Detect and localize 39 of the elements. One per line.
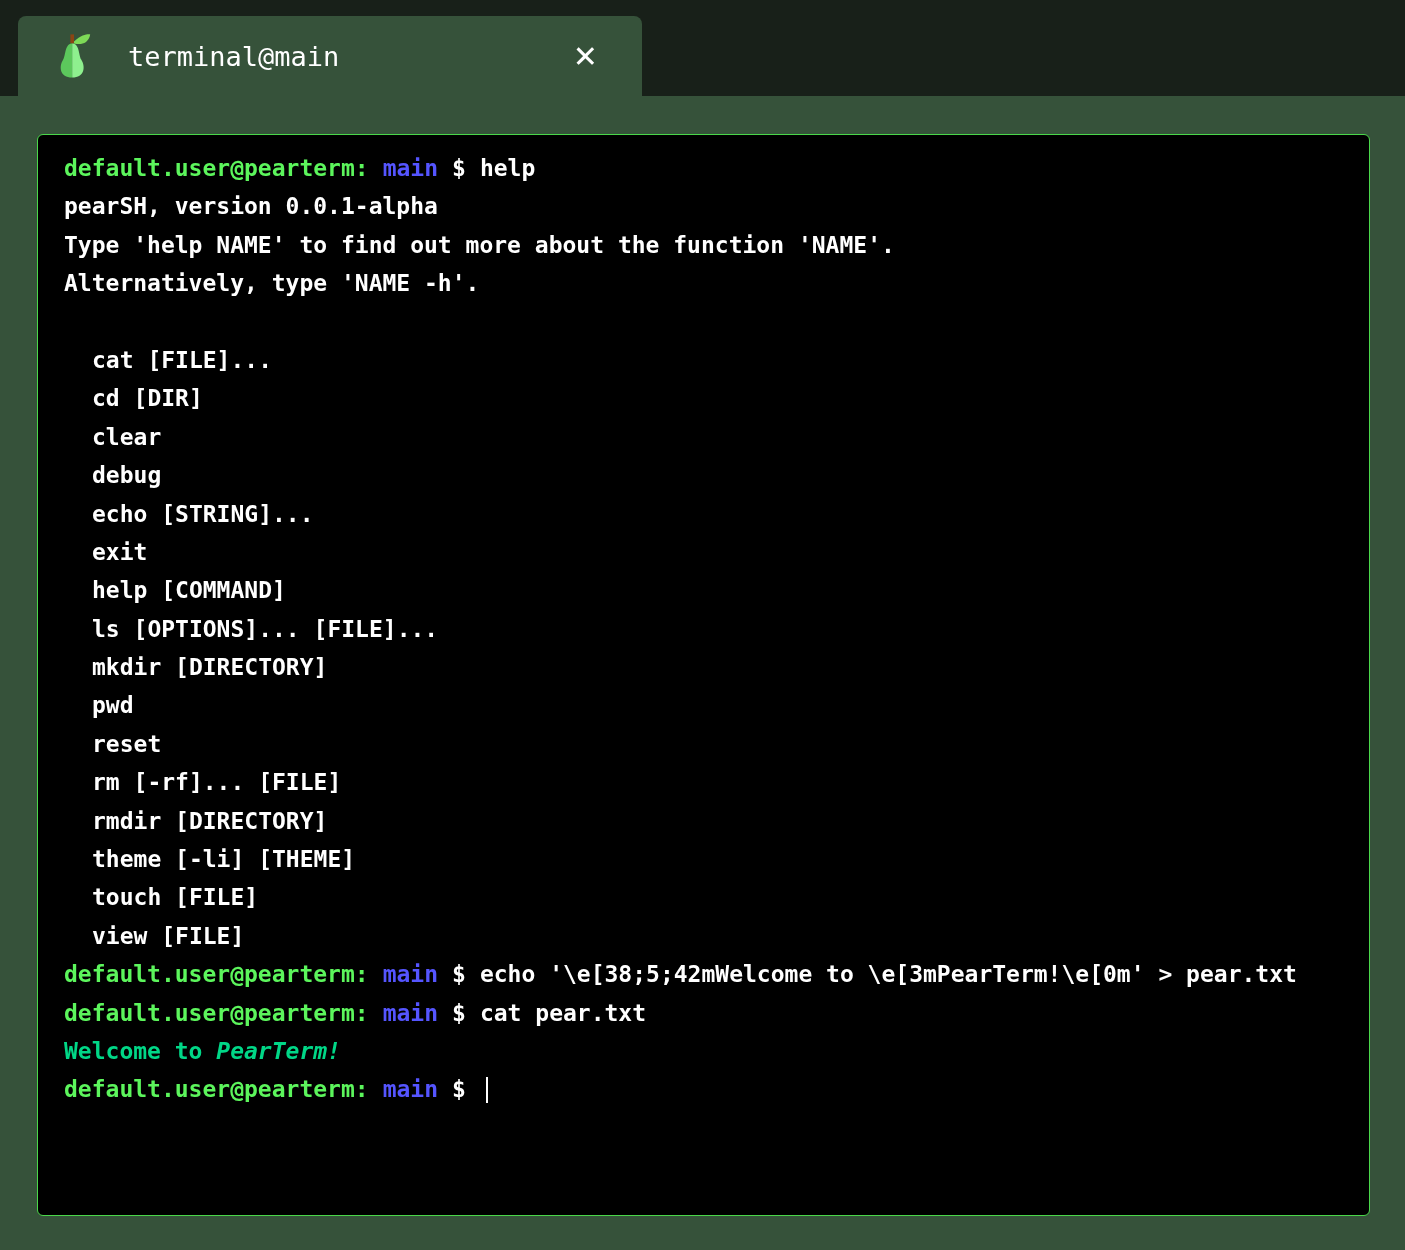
- command-text: help: [479, 154, 536, 183]
- help-entry: pwd: [92, 691, 134, 721]
- tab-title: terminal@main: [128, 40, 341, 72]
- close-button[interactable]: ✕: [572, 38, 598, 74]
- help-entry: mkdir [DIRECTORY]: [92, 653, 328, 683]
- help-entry: echo [STRING]...: [92, 499, 314, 529]
- prompt-branch: main: [382, 1075, 439, 1105]
- help-entry: help [COMMAND]: [92, 576, 286, 606]
- prompt-user: default.user@pearterm:: [64, 154, 369, 183]
- help-entry: rmdir [DIRECTORY]: [92, 806, 328, 836]
- output-line: Alternatively, type 'NAME -h'.: [64, 269, 480, 299]
- help-entry: rm [-rf]... [FILE]: [92, 768, 342, 798]
- terminal-tab[interactable]: terminal@main ✕: [18, 16, 642, 96]
- prompt-branch: main: [382, 998, 439, 1028]
- prompt-symbol: $: [452, 998, 466, 1028]
- help-entry: cd [DIR]: [92, 384, 203, 414]
- help-entry: view [FILE]: [92, 921, 245, 951]
- prompt-user: default.user@pearterm:: [64, 998, 369, 1028]
- help-entry: cat [FILE]...: [92, 345, 272, 375]
- help-entry: exit: [92, 537, 148, 567]
- prompt-symbol: $: [452, 960, 466, 990]
- output-line: pearSH, version 0.0.1-alpha: [64, 192, 438, 222]
- help-entry: theme [-li] [THEME]: [92, 845, 356, 875]
- help-entry: touch [FILE]: [92, 883, 259, 913]
- output-line: Welcome to PearTerm!: [64, 1037, 341, 1066]
- prompt-user: default.user@pearterm:: [64, 960, 369, 990]
- prompt-symbol: $: [452, 154, 466, 183]
- help-entry: ls [OPTIONS]... [FILE]...: [92, 614, 439, 644]
- command-text: echo '\e[38;5;42mWelcome to \e[3mPearTerm!\e[0m' > pear.txt: [479, 960, 1297, 990]
- help-entry: reset: [92, 729, 162, 759]
- prompt-branch: main: [382, 154, 439, 183]
- help-entry: clear: [92, 422, 162, 452]
- prompt-symbol: $: [452, 1075, 466, 1105]
- help-entry: debug: [92, 461, 162, 491]
- command-text: cat pear.txt: [479, 998, 647, 1028]
- text-cursor: [485, 1076, 488, 1103]
- prompt-user: default.user@pearterm:: [64, 1075, 369, 1105]
- prompt-branch: main: [382, 960, 439, 990]
- output-line: Type 'help NAME' to find out more about the function 'NAME'.: [64, 230, 895, 260]
